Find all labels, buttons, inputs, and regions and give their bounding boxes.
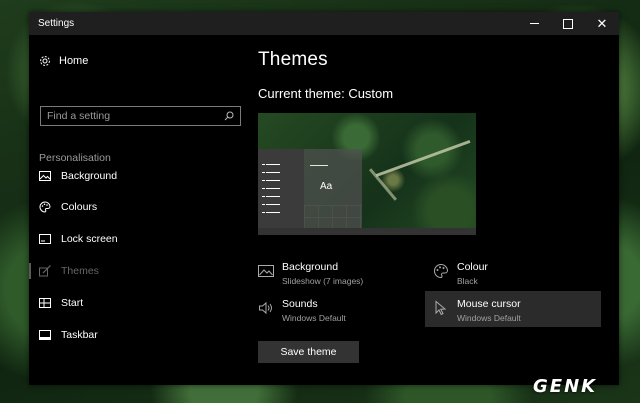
tile-title: Colour: [457, 261, 488, 273]
sidebar-item-label: Lock screen: [61, 233, 118, 245]
close-button[interactable]: ✕: [585, 12, 619, 35]
settings-window: Settings ✕ Home Personalisation Backgrou…: [29, 12, 619, 385]
mouse-cursor-setting-tile[interactable]: Mouse cursor Windows Default: [425, 291, 601, 327]
preview-line: [262, 196, 265, 197]
save-theme-button[interactable]: Save theme: [258, 341, 359, 363]
picture-icon: [39, 170, 51, 182]
home-label: Home: [59, 55, 89, 67]
mouse-cursor-icon: [435, 300, 447, 316]
preview-line: [266, 172, 280, 173]
lock-screen-icon: [39, 233, 51, 245]
search-icon[interactable]: [224, 111, 234, 121]
palette-icon: [39, 201, 51, 213]
sidebar-item-colours[interactable]: Colours: [39, 199, 97, 215]
tile-value: Black: [457, 276, 478, 286]
minimize-icon: [529, 23, 539, 24]
sidebar-item-label: Background: [61, 170, 118, 182]
preview-line: [266, 164, 280, 165]
background-setting-tile[interactable]: Background Slideshow (7 images): [258, 261, 428, 286]
themes-page: Themes Current theme: Custom Aa Backgrou…: [258, 35, 619, 385]
preview-line: [262, 180, 265, 181]
preview-taskbar: [258, 228, 476, 235]
genk-watermark-logo: GENK: [533, 376, 598, 397]
window-title: Settings: [38, 18, 75, 29]
current-theme-heading: Current theme: Custom: [258, 86, 394, 101]
sidebar-item-themes[interactable]: Themes: [39, 263, 99, 279]
speaker-icon: [259, 301, 272, 315]
maximize-button[interactable]: [551, 12, 585, 35]
settings-sidebar: Home Personalisation Background Colours: [29, 35, 249, 385]
preview-line: [262, 212, 265, 213]
title-bar[interactable]: Settings ✕: [29, 12, 619, 35]
find-setting-search[interactable]: [40, 106, 241, 126]
palette-icon: [434, 263, 449, 279]
taskbar-icon: [39, 329, 51, 341]
home-nav-item[interactable]: Home: [39, 55, 88, 67]
gear-icon: [40, 56, 50, 66]
preview-line: [262, 204, 265, 205]
preview-line: [266, 188, 280, 189]
active-indicator: [29, 263, 31, 279]
sidebar-item-start[interactable]: Start: [39, 295, 83, 311]
tile-title: Mouse cursor: [457, 298, 521, 310]
preview-line: [266, 204, 280, 205]
sidebar-item-taskbar[interactable]: Taskbar: [39, 327, 98, 343]
sidebar-item-label: Themes: [61, 265, 99, 277]
brush-icon: [39, 265, 51, 277]
start-grid-icon: [39, 297, 51, 309]
tile-value: Slideshow (7 images): [282, 276, 364, 286]
sidebar-item-label: Start: [61, 297, 84, 309]
colour-setting-tile[interactable]: Colour Black: [433, 261, 603, 286]
preview-line: [262, 172, 265, 173]
tile-value: Windows Default: [457, 313, 521, 323]
preview-line: [262, 164, 265, 165]
search-input[interactable]: [47, 110, 207, 122]
sidebar-item-label: Colours: [61, 201, 98, 213]
sidebar-item-lock-screen[interactable]: Lock screen: [39, 231, 118, 247]
preview-accent-line: [310, 165, 328, 166]
sidebar-item-background[interactable]: Background: [39, 168, 117, 184]
preview-grid: [304, 205, 362, 229]
theme-preview: Aa: [258, 113, 476, 235]
close-icon: ✕: [596, 16, 608, 31]
preview-road: [375, 139, 471, 178]
preview-line: [266, 180, 280, 181]
tile-value: Windows Default: [282, 313, 346, 323]
preview-sidebar: [258, 149, 304, 229]
preview-line: [266, 212, 280, 213]
preview-line: [262, 188, 265, 189]
tile-title: Sounds: [282, 298, 318, 310]
sounds-setting-tile[interactable]: Sounds Windows Default: [258, 298, 428, 323]
page-title: Themes: [258, 49, 328, 70]
maximize-icon: [563, 18, 573, 29]
personalisation-section-label: Personalisation: [39, 152, 111, 164]
tile-title: Background: [282, 261, 339, 273]
minimize-button[interactable]: [517, 12, 551, 35]
sidebar-item-label: Taskbar: [61, 329, 98, 341]
preview-line: [266, 196, 280, 197]
preview-sample-text: Aa: [320, 181, 333, 192]
picture-icon: [258, 265, 274, 277]
